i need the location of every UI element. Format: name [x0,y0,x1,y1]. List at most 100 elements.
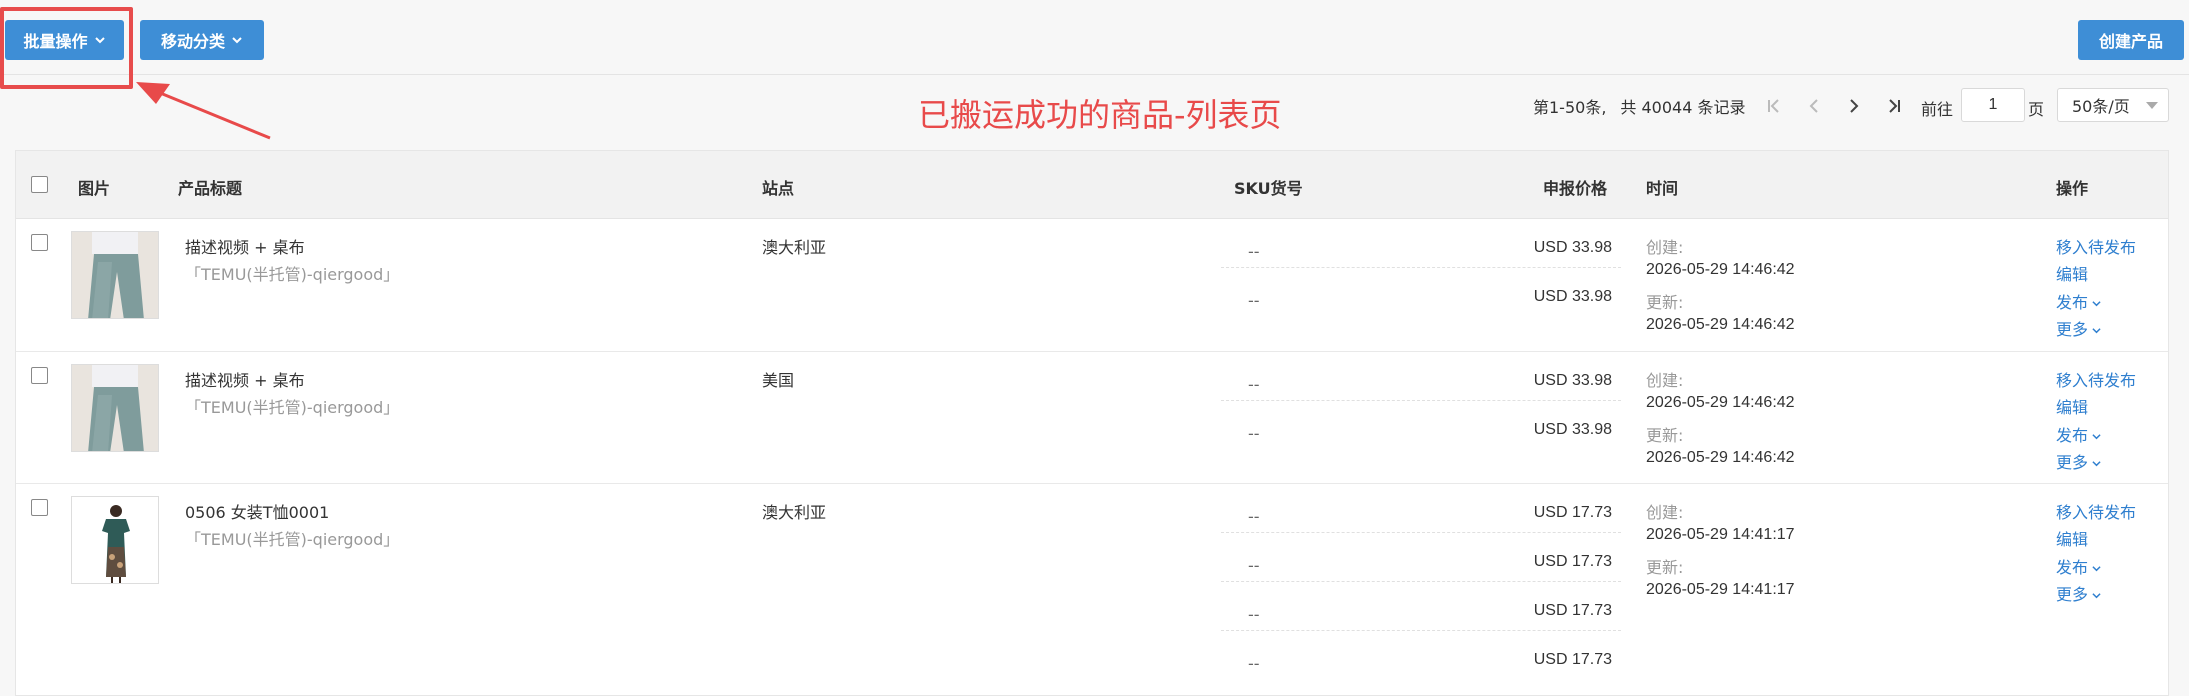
product-list-page: 批量操作 移动分类 创建产品 已搬运成功的商品-列表页 第1-50条, 共 40… [0,0,2189,696]
sku-value: -- [1248,424,1260,443]
more-label: 更多 [2056,453,2089,472]
row-checkbox[interactable] [31,367,48,384]
sku-line: -- USD 17.73 [1221,534,1621,582]
sku-line: -- USD 17.73 [1221,485,1621,533]
sku-line: -- USD 17.73 [1221,583,1621,631]
product-title[interactable]: 描述视频 + 桌布 [185,234,305,258]
updated-label: 更新: [1646,293,1684,312]
publish-label: 发布 [2056,426,2089,445]
edit-link[interactable]: 编辑 [2056,526,2088,550]
page-size-value: 50条/页 [2072,97,2130,116]
price-value: USD 33.98 [1533,421,1612,438]
publish-dropdown[interactable]: 发布 [2056,289,2101,313]
created-time: 2026-05-29 14:46:42 [1646,261,1795,278]
updated-label: 更新: [1646,558,1684,577]
product-site: 澳大利亚 [762,238,827,257]
next-page-icon[interactable] [1844,94,1864,118]
create-product-button[interactable]: 创建产品 [2078,20,2184,60]
sku-value: -- [1248,375,1260,394]
header-actions: 操作 [2056,179,2089,198]
table-header: 图片 产品标题 站点 SKU货号 申报价格 时间 操作 [16,151,2168,219]
publish-dropdown[interactable]: 发布 [2056,554,2101,578]
table-row: 描述视频 + 桌布 「TEMU(半托管)-qiergood」 美国 -- USD… [16,352,2168,484]
chevron-down-icon [2092,593,2101,599]
page-unit-label: 页 [2028,100,2045,119]
updated-time: 2026-05-29 14:46:42 [1646,316,1795,333]
price-value: USD 33.98 [1533,288,1612,305]
edit-link[interactable]: 编辑 [2056,261,2088,285]
sku-line: -- USD 33.98 [1221,269,1621,317]
pager-range: 第1-50条, [1533,98,1607,117]
row-checkbox[interactable] [31,499,48,516]
move-category-button[interactable]: 移动分类 [140,20,264,60]
price-value: USD 17.73 [1533,504,1612,521]
updated-time: 2026-05-29 14:41:17 [1646,581,1795,598]
move-to-pending-link[interactable]: 移入待发布 [2056,234,2136,258]
product-store: 「TEMU(半托管)-qiergood」 [185,398,400,417]
product-thumbnail[interactable] [71,364,159,452]
updated-label: 更新: [1646,426,1684,445]
product-thumbnail[interactable] [71,496,159,584]
chevron-down-icon [2092,566,2101,572]
price-value: USD 33.98 [1533,372,1612,389]
publish-label: 发布 [2056,558,2089,577]
price-value: USD 17.73 [1533,651,1612,668]
chevron-down-icon [2092,434,2101,440]
sku-value: -- [1248,291,1260,310]
annotation-text: 已搬运成功的商品-列表页 [918,96,1282,134]
product-site: 澳大利亚 [762,503,827,522]
goto-label: 前往 [1921,100,1954,119]
last-page-icon[interactable] [1884,94,1904,118]
batch-operation-label: 批量操作 [23,34,88,51]
chevron-down-icon [2092,301,2101,307]
page-size-select[interactable]: 50条/页 [2057,88,2169,122]
product-title[interactable]: 描述视频 + 桌布 [185,367,305,391]
toolbar: 批量操作 移动分类 创建产品 [0,0,2189,75]
select-all-checkbox[interactable] [31,176,48,193]
chevron-down-icon [94,37,105,44]
price-value: USD 33.98 [1533,239,1612,256]
created-time: 2026-05-29 14:41:17 [1646,526,1795,543]
publish-label: 发布 [2056,293,2089,312]
price-value: USD 17.73 [1533,553,1612,570]
header-time: 时间 [1646,179,1679,198]
first-page-icon[interactable] [1764,94,1784,118]
edit-link[interactable]: 编辑 [2056,394,2088,418]
sku-line: -- USD 33.98 [1221,220,1621,268]
sku-value: -- [1248,605,1260,624]
product-title[interactable]: 0506 女装T恤0001 [185,499,329,523]
sku-line: -- USD 17.73 [1221,632,1621,680]
product-site: 美国 [762,371,795,390]
more-dropdown[interactable]: 更多 [2056,449,2101,473]
publish-dropdown[interactable]: 发布 [2056,422,2101,446]
prev-page-icon[interactable] [1804,94,1824,118]
header-price: 申报价格 [1543,179,1608,198]
product-store: 「TEMU(半托管)-qiergood」 [185,265,400,284]
header-site: 站点 [762,179,795,198]
updated-time: 2026-05-29 14:46:42 [1646,449,1795,466]
header-title: 产品标题 [178,179,243,198]
product-thumbnail[interactable] [71,231,159,319]
product-table: 图片 产品标题 站点 SKU货号 申报价格 时间 操作 描述视频 + 桌布 「T… [15,150,2169,696]
price-value: USD 17.73 [1533,602,1612,619]
move-category-label: 移动分类 [160,34,225,51]
sku-line: -- USD 33.98 [1221,402,1621,450]
header-sku: SKU货号 [1234,179,1303,198]
sku-line: -- USD 33.98 [1221,353,1621,401]
row-checkbox[interactable] [31,234,48,251]
pager-info: 第1-50条, 共 40044 条记录 [1533,88,1745,124]
move-to-pending-link[interactable]: 移入待发布 [2056,367,2136,391]
page-number-input[interactable] [1961,88,2025,122]
more-dropdown[interactable]: 更多 [2056,581,2101,605]
more-dropdown[interactable]: 更多 [2056,316,2101,340]
move-to-pending-link[interactable]: 移入待发布 [2056,499,2136,523]
pager-total: 共 40044 条记录 [1620,98,1746,117]
created-label: 创建: [1646,238,1684,257]
table-row: 0506 女装T恤0001 「TEMU(半托管)-qiergood」 澳大利亚 … [16,484,2168,696]
created-label: 创建: [1646,371,1684,390]
chevron-down-icon [232,37,242,44]
annotation-arrow [136,82,271,140]
batch-operation-button[interactable]: 批量操作 [5,20,124,60]
sku-value: -- [1248,507,1260,526]
product-store: 「TEMU(半托管)-qiergood」 [185,530,400,549]
